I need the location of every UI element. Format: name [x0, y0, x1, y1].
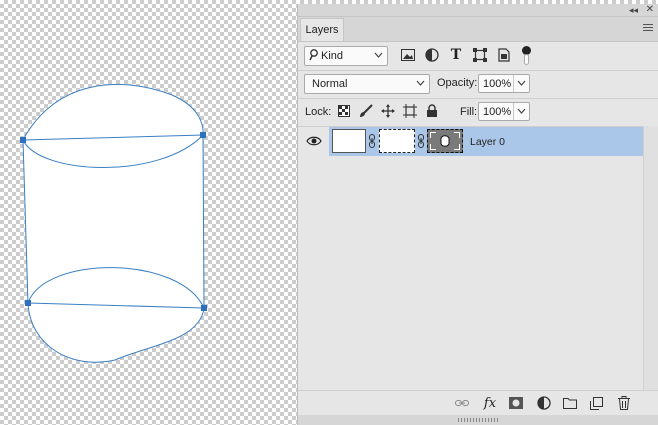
shape-filter-icon[interactable]	[472, 47, 488, 63]
opacity-label: Opacity:	[437, 77, 478, 89]
link-chain-icon[interactable]	[368, 134, 376, 148]
layer-row[interactable]: Layer 0	[298, 127, 643, 156]
layer-style-fx-icon[interactable]: fx	[482, 395, 498, 411]
fill-value: 100%	[483, 106, 512, 118]
canvas-artwork[interactable]	[0, 0, 296, 425]
image-filter-icon[interactable]	[400, 47, 416, 63]
vector-mask-thumbnail[interactable]	[427, 129, 463, 153]
panel-menu-icon[interactable]	[643, 24, 653, 33]
layers-list: Layer 0	[298, 126, 643, 390]
panel-tab-row: Layers	[298, 17, 658, 42]
blend-mode-select[interactable]: Normal	[304, 74, 430, 94]
chevron-down-icon	[374, 49, 383, 63]
filter-kind-select[interactable]: Kind	[304, 46, 388, 66]
blend-opacity-row: Normal Opacity: 100%	[298, 74, 658, 96]
layer-mask-thumbnail[interactable]	[379, 129, 415, 153]
close-panel-icon[interactable]: ✕	[646, 4, 654, 16]
lock-position-icon[interactable]	[380, 103, 396, 119]
lock-transparent-pixels-icon[interactable]	[336, 103, 352, 119]
chevron-down-icon[interactable]	[517, 105, 526, 119]
lock-image-pixels-icon[interactable]	[358, 103, 374, 119]
type-filter-icon[interactable]: T	[448, 47, 464, 63]
eye-visibility-icon[interactable]	[306, 133, 322, 149]
vector-shape-fill[interactable]	[22, 84, 205, 363]
filter-toggle-switch[interactable]	[522, 46, 531, 66]
lock-artboard-icon[interactable]	[402, 103, 418, 119]
anchor-point[interactable]	[20, 137, 26, 143]
opacity-field[interactable]: 100%	[478, 74, 530, 93]
new-layer-icon[interactable]	[588, 395, 604, 411]
lock-all-icon[interactable]	[424, 103, 440, 119]
lock-label: Lock:	[305, 106, 332, 118]
layer-thumbnail[interactable]	[332, 129, 366, 153]
anchor-point[interactable]	[25, 300, 31, 306]
tab-layers[interactable]: Layers	[300, 18, 344, 41]
blend-mode-value: Normal	[312, 78, 348, 90]
adjustment-filter-icon[interactable]	[424, 47, 440, 63]
fill-label: Fill:	[460, 106, 478, 118]
chevron-down-icon	[416, 77, 425, 91]
filter-kind-label: Kind	[321, 50, 344, 62]
lock-fill-row: Lock: Fill: 100%	[298, 102, 658, 124]
anchor-point[interactable]	[201, 305, 207, 311]
link-chain-icon[interactable]	[417, 134, 425, 148]
search-icon	[309, 48, 319, 65]
panel-header-strip: ◂◂ ✕	[298, 4, 658, 17]
add-mask-icon[interactable]	[508, 395, 524, 411]
layers-panel: ◂◂ ✕ Layers Kind T Normal Opacity: 100% …	[297, 4, 658, 425]
link-layers-icon[interactable]	[454, 395, 470, 411]
fill-field[interactable]: 100%	[478, 102, 530, 121]
trash-icon[interactable]	[616, 395, 632, 411]
layer-name: Layer 0	[470, 136, 506, 148]
layers-scrollbar[interactable]	[643, 126, 658, 390]
layer-filter-row: Kind T	[298, 46, 658, 68]
collapse-panel-icon[interactable]: ◂◂	[629, 4, 638, 16]
adjustment-layer-icon[interactable]	[536, 395, 552, 411]
smart-object-filter-icon[interactable]	[496, 47, 512, 63]
panel-resize-grip	[298, 415, 658, 425]
vector-shape-mini-icon	[440, 135, 450, 147]
opacity-value: 100%	[483, 78, 512, 90]
chevron-down-icon[interactable]	[517, 77, 526, 91]
new-group-folder-icon[interactable]	[562, 395, 578, 411]
anchor-point[interactable]	[200, 132, 206, 138]
layers-bottom-toolbar: fx	[298, 390, 658, 416]
